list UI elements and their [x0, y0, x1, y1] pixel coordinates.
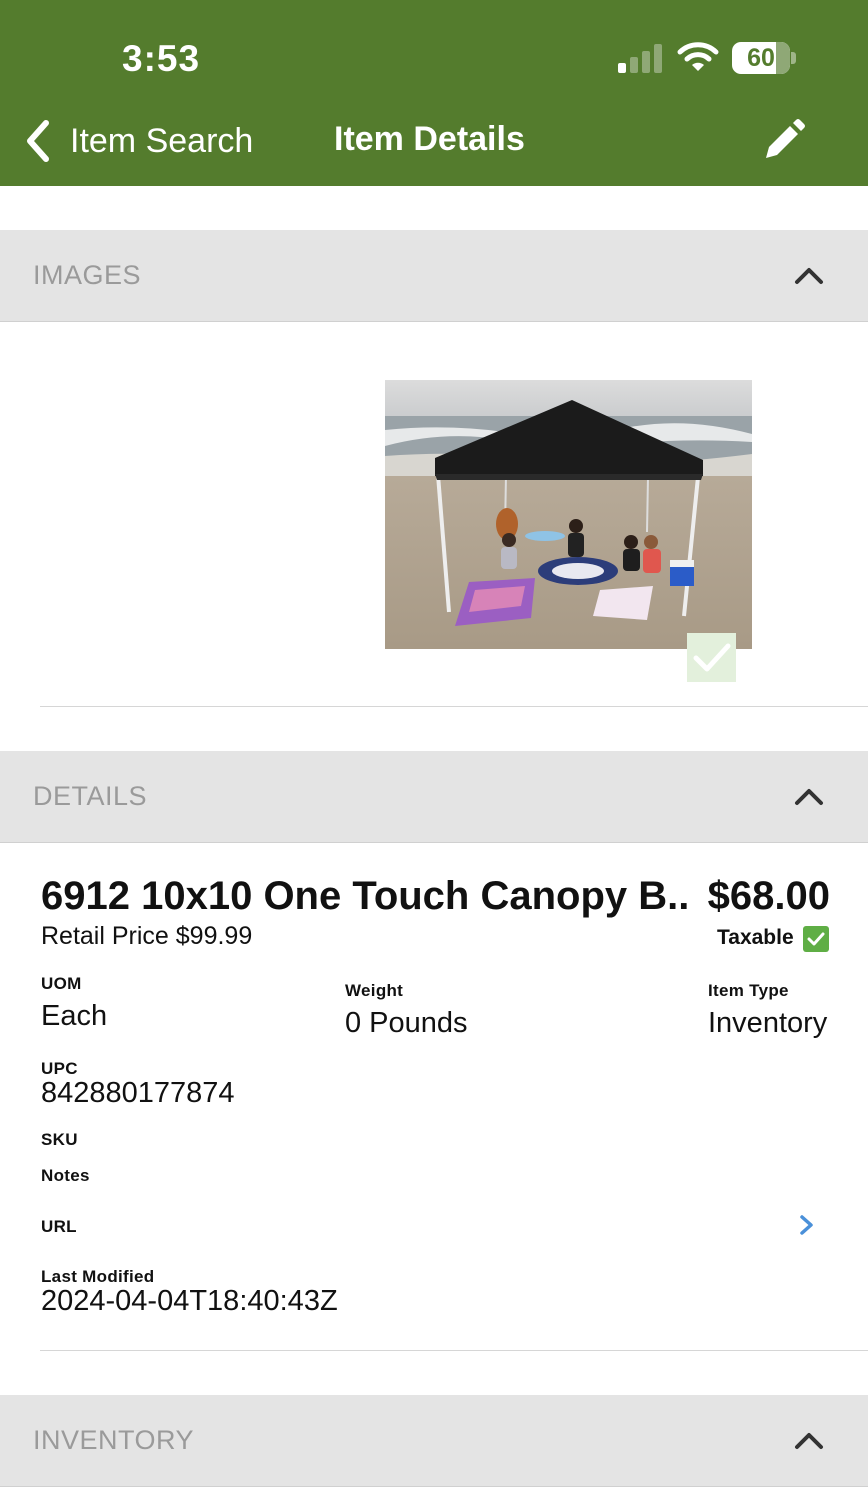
back-button[interactable]: Item Search	[24, 116, 253, 166]
upc-value: 842880177874	[41, 1077, 235, 1109]
canopy-beach-image	[385, 380, 752, 649]
sku-label: SKU	[41, 1130, 78, 1149]
chevron-right-icon[interactable]	[798, 1214, 816, 1236]
last-modified-value: 2024-04-04T18:40:43Z	[41, 1285, 338, 1317]
uom-label: UOM	[41, 974, 82, 993]
item-photo[interactable]	[385, 380, 752, 649]
details-divider	[40, 1350, 868, 1351]
page-title: Item Details	[334, 120, 525, 158]
chevron-up-icon[interactable]	[793, 262, 825, 290]
checkmark-icon	[693, 643, 731, 672]
chevron-left-icon	[27, 120, 49, 162]
taxable-label: Taxable	[717, 926, 794, 949]
battery-indicator: 60	[732, 42, 790, 74]
cellular-signal-icon	[618, 44, 662, 73]
images-section-title: IMAGES	[33, 260, 142, 290]
item-price: $68.00	[707, 874, 830, 918]
battery-nub	[791, 52, 796, 64]
status-time: 3:53	[122, 38, 201, 79]
pencil-icon[interactable]	[760, 118, 806, 164]
item-name: 6912 10x10 One Touch Canopy B...	[41, 874, 689, 918]
nav-header: 3:53 60 Item Search Item Details	[0, 0, 868, 186]
chevron-up-icon[interactable]	[793, 1427, 825, 1455]
upc-label: UPC	[41, 1059, 78, 1078]
taxable-checkbox[interactable]	[803, 926, 829, 952]
last-modified-label: Last Modified	[41, 1267, 155, 1286]
inventory-section-title: INVENTORY	[33, 1425, 195, 1455]
weight-label: Weight	[345, 981, 404, 1000]
item-type-value: Inventory	[708, 1007, 828, 1039]
weight-value: 0 Pounds	[345, 1007, 468, 1039]
inventory-section-header[interactable]: INVENTORY	[0, 1395, 868, 1487]
images-section-header[interactable]: IMAGES	[0, 230, 868, 322]
item-type-label: Item Type	[708, 981, 789, 1000]
primary-image-check[interactable]	[687, 633, 736, 682]
battery-level: 60	[747, 44, 775, 72]
url-label: URL	[41, 1217, 77, 1236]
back-button-label: Item Search	[70, 121, 254, 160]
chevron-up-icon[interactable]	[793, 783, 825, 811]
battery-empty-portion	[776, 42, 790, 74]
checkmark-icon	[807, 932, 825, 946]
images-divider	[40, 706, 868, 707]
details-section-title: DETAILS	[33, 781, 148, 811]
uom-value: Each	[41, 1000, 108, 1032]
notes-label: Notes	[41, 1166, 90, 1185]
retail-price: Retail Price $99.99	[41, 922, 253, 950]
wifi-icon	[677, 42, 719, 71]
details-section-header[interactable]: DETAILS	[0, 751, 868, 843]
